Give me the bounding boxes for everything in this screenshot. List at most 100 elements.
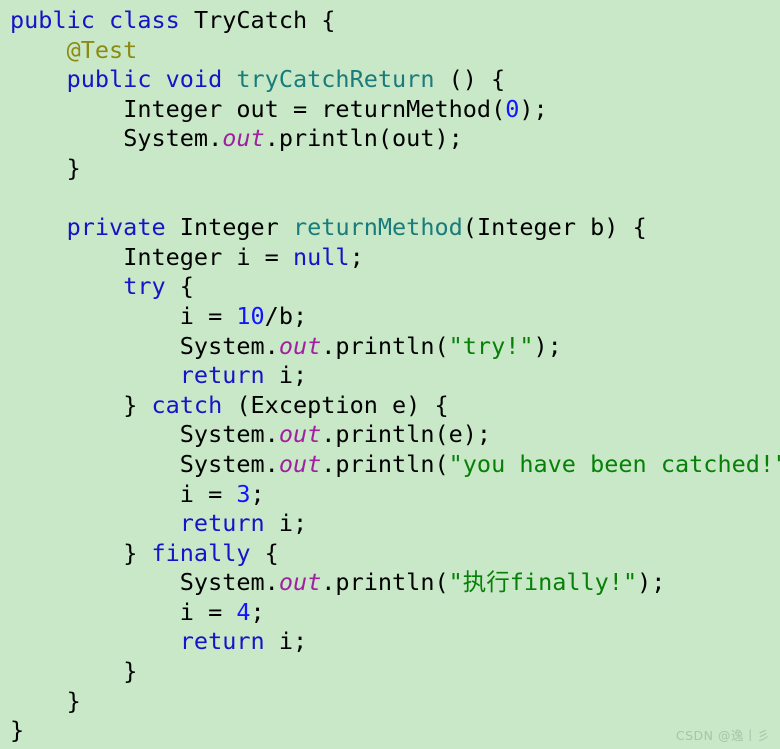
code-token-field: out	[278, 420, 322, 449]
code-token-plain: i =	[179, 301, 237, 330]
code-token-plain: () {	[434, 65, 506, 94]
code-line: }	[10, 657, 780, 687]
code-token-plain: i;	[264, 627, 308, 656]
code-token-plain: ;	[349, 242, 364, 271]
watermark-label: CSDN @逸丨彡	[675, 728, 770, 743]
code-token-type: Integer	[476, 213, 576, 242]
code-token-plain: System.	[179, 331, 279, 360]
code-line: try {	[10, 272, 780, 302]
code-token-kw: return	[179, 627, 265, 656]
code-line: } finally {	[10, 539, 780, 569]
code-token-num: 4	[236, 597, 251, 626]
code-token-plain: .println(	[321, 568, 449, 597]
code-line: return i;	[10, 627, 780, 657]
code-token-plain: System.	[179, 568, 279, 597]
code-token-plain: );	[637, 568, 666, 597]
code-token-plain: i =	[179, 479, 237, 508]
code-token-plain: }	[66, 686, 81, 715]
code-token-kw: finally	[151, 538, 251, 567]
code-line: return i;	[10, 509, 780, 539]
code-token-method: tryCatchReturn	[236, 65, 435, 94]
code-token-plain: System.	[179, 449, 279, 478]
code-line: System.out.println(out);	[10, 124, 780, 154]
code-line: Integer i = null;	[10, 243, 780, 273]
code-token-plain: i =	[222, 242, 293, 271]
code-token-plain: out =	[222, 94, 322, 123]
code-token-num: 0	[505, 94, 520, 123]
code-token-kw: null	[292, 242, 350, 271]
code-token-type: TryCatch	[193, 6, 308, 34]
code-line: i = 10/b;	[10, 302, 780, 332]
code-line: i = 3;	[10, 480, 780, 510]
code-line: } catch (Exception e) {	[10, 391, 780, 421]
code-token-plain: }	[66, 153, 81, 182]
code-token-kw: return	[179, 361, 265, 390]
code-token-plain: (	[222, 390, 251, 419]
code-token-field: out	[278, 331, 322, 360]
code-token-str: "you have been catched!"	[448, 449, 780, 478]
code-token-plain: (	[462, 213, 477, 242]
code-token-kw: public	[66, 65, 152, 94]
code-token-plain: System.	[123, 124, 223, 153]
code-token-plain: .println(	[321, 449, 449, 478]
code-token-plain: {	[165, 272, 194, 301]
code-snippet-viewer[interactable]: public class TryCatch { @Test public voi…	[0, 0, 780, 749]
code-token-type: Integer	[179, 213, 279, 242]
code-token-plain: i;	[264, 361, 308, 390]
code-token-field: out	[222, 124, 265, 153]
code-token-plain: ;	[250, 479, 265, 508]
code-line: i = 4;	[10, 598, 780, 628]
code-token-plain: /b;	[264, 301, 308, 330]
code-token-kw: try	[123, 272, 166, 301]
code-line: private Integer returnMethod(Integer b) …	[10, 213, 780, 243]
code-line: System.out.println("you have been catche…	[10, 450, 780, 480]
code-token-plain: }	[123, 657, 138, 686]
code-token-ann: @Test	[66, 35, 138, 64]
code-token-type: Integer	[123, 242, 223, 271]
code-token-plain: .println(out);	[264, 124, 463, 153]
code-token-plain: e) {	[377, 390, 449, 419]
code-line: public void tryCatchReturn () {	[10, 65, 780, 95]
code-token-type: Exception	[250, 390, 378, 419]
code-token-method: returnMethod	[293, 213, 463, 242]
code-token-plain: .println(e);	[321, 420, 492, 449]
code-line: System.out.println("try!");	[10, 332, 780, 362]
code-token-plain: returnMethod	[321, 94, 492, 123]
code-token-plain: {	[307, 6, 336, 34]
code-line: Integer out = returnMethod(0);	[10, 95, 780, 125]
code-line: }	[10, 687, 780, 717]
code-token-field: out	[278, 449, 322, 478]
code-token-kw: public	[10, 6, 95, 34]
code-token-plain: (	[491, 94, 506, 123]
code-token-str: "执行finally!"	[448, 568, 638, 597]
code-line: }	[10, 154, 780, 184]
code-line: System.out.println(e);	[10, 420, 780, 450]
code-line: return i;	[10, 361, 780, 391]
code-token-field: out	[278, 568, 322, 597]
